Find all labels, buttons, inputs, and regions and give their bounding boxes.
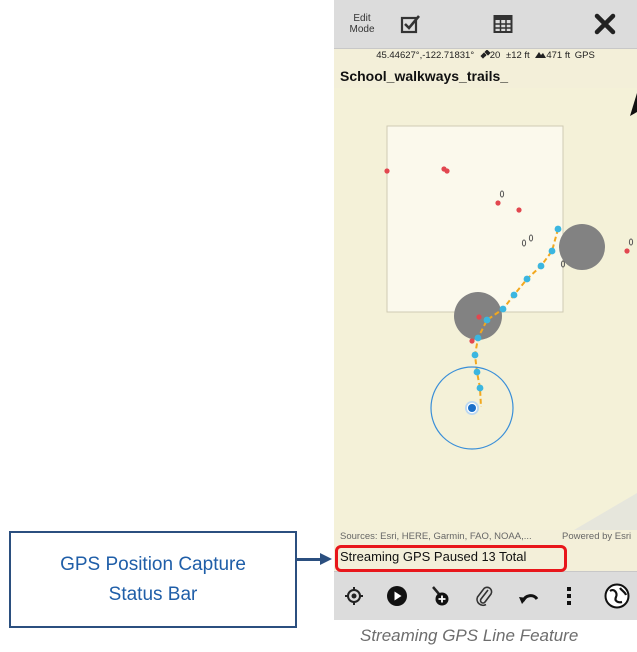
more-vertical-icon[interactable] (554, 580, 584, 612)
building-marker (559, 224, 605, 270)
edit-mode-label-1: Edit (353, 13, 371, 24)
current-location-marker (466, 402, 478, 414)
gps-info-bar: 45.44627°,-122.71831° 20 ±12 ft 471 ft G… (334, 49, 637, 64)
gps-elevation: 471 ft (546, 50, 571, 61)
satellite-icon (480, 49, 491, 59)
callout-box: GPS Position Capture Status Bar (9, 531, 297, 628)
bottom-toolbar (334, 571, 637, 620)
undo-icon[interactable] (514, 580, 544, 612)
add-vertex-icon[interactable] (426, 580, 456, 612)
status-bar-highlight (335, 545, 567, 572)
figure-caption: Streaming GPS Line Feature (360, 626, 579, 645)
callout-arrow-head (320, 553, 332, 565)
edit-mode-button[interactable]: Edit Mode (342, 0, 382, 48)
layer-title: School_walkways_trails_ (340, 68, 509, 84)
paperclip-icon[interactable] (469, 580, 499, 612)
map-view[interactable] (334, 88, 637, 530)
gps-satellites: 20 (489, 50, 501, 61)
attribution-sources: Sources: Esri, HERE, Garmin, FAO, NOAA,.… (340, 531, 532, 542)
gps-accuracy: ±12 ft (505, 50, 530, 61)
elevation-icon (535, 52, 547, 58)
app-screen: Edit Mode 45.44627°,-122.71831° 20 ±12 f… (334, 0, 637, 620)
close-icon[interactable] (588, 0, 622, 48)
table-icon[interactable] (486, 0, 520, 48)
target-icon[interactable] (339, 580, 369, 612)
gps-coordinates: 45.44627°,-122.71831° (376, 50, 475, 61)
globe-icon[interactable] (602, 580, 632, 612)
checkbox-icon[interactable] (394, 0, 428, 48)
school-building-area (386, 125, 564, 313)
play-icon[interactable] (382, 580, 412, 612)
callout-line-1: GPS Position Capture (60, 553, 246, 575)
edit-mode-label-2: Mode (349, 24, 375, 35)
callout-line-2: Status Bar (108, 583, 198, 605)
map-attribution: Sources: Esri, HERE, Garmin, FAO, NOAA,.… (340, 531, 637, 543)
gps-source: GPS (574, 50, 595, 61)
top-toolbar: Edit Mode (334, 0, 637, 49)
powered-by-label: Powered by Esri (562, 531, 632, 542)
